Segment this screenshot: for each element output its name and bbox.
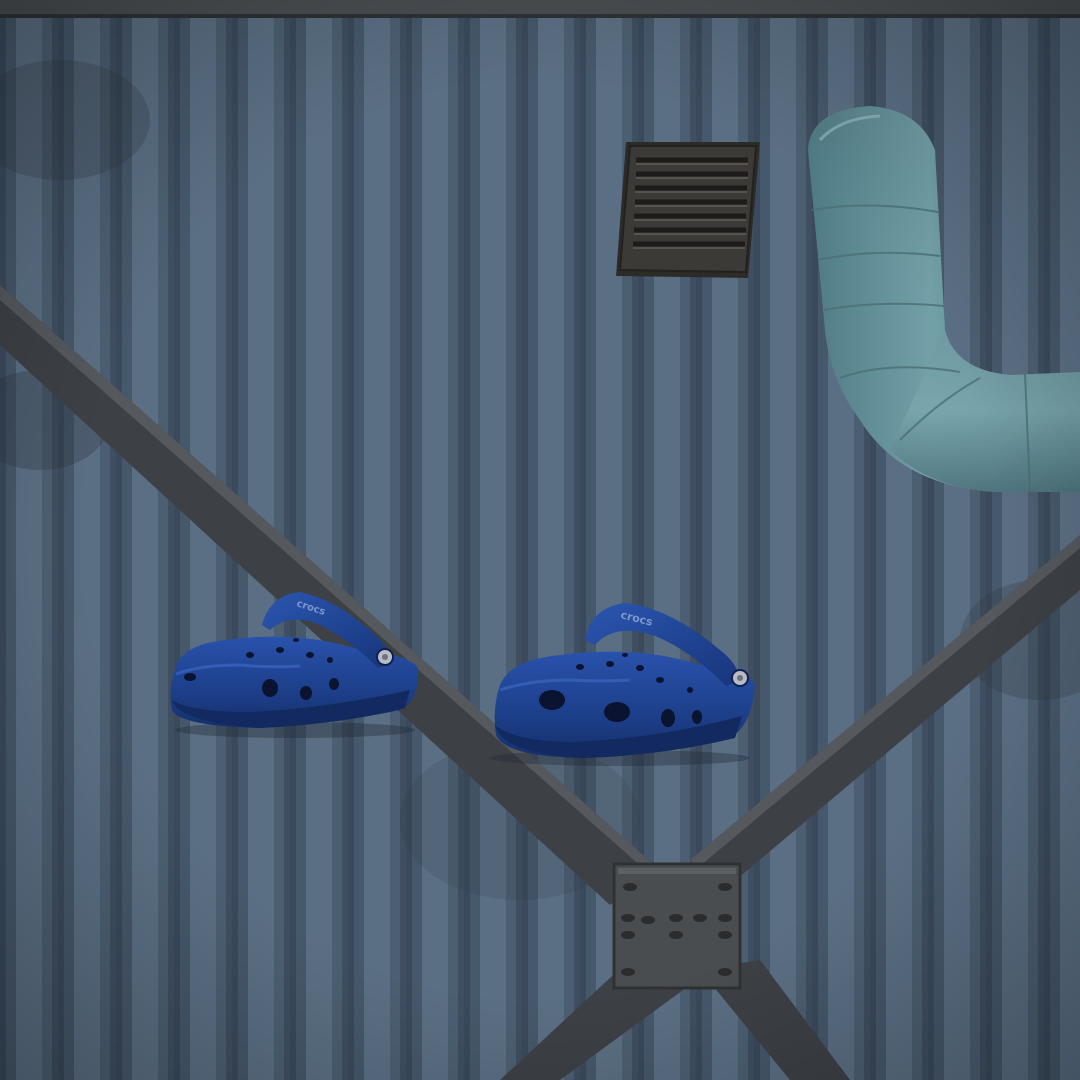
scene-canvas: crocs crocs: [0, 0, 1080, 1080]
vignette-overlay: [0, 0, 1080, 1080]
game-scene: crocs crocs: [0, 0, 1080, 1080]
